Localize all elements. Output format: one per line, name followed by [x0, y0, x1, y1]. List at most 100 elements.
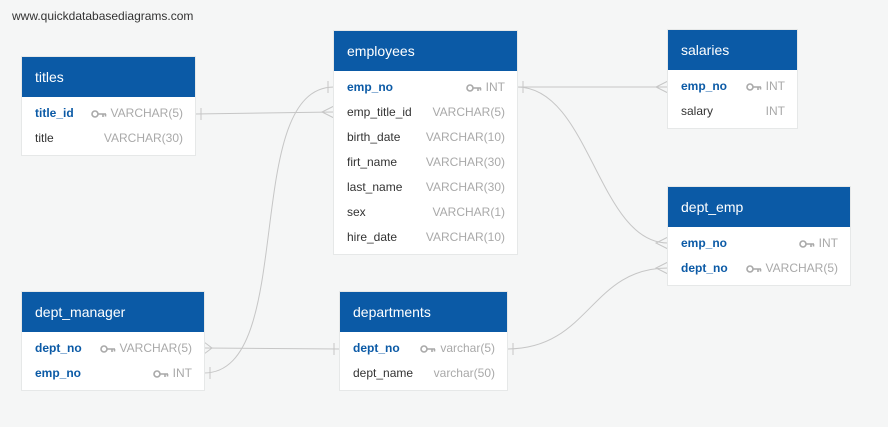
field-type: VARCHAR(30): [103, 131, 183, 145]
field-row[interactable]: title_id VARCHAR(5): [22, 101, 195, 126]
field-type-wrap: varchar(50): [434, 361, 495, 386]
table-header[interactable]: dept_emp: [668, 187, 850, 227]
field-row[interactable]: emp_no INT: [668, 231, 850, 256]
field-type: VARCHAR(30): [425, 180, 505, 194]
field-row[interactable]: emp_no INT: [334, 75, 517, 100]
key-icon: [99, 344, 115, 353]
field-list: dept_no varchar(5) dept_name varchar(50): [340, 332, 507, 390]
field-row[interactable]: title VARCHAR(30): [22, 126, 195, 151]
field-name: emp_no: [347, 80, 394, 94]
key-icon: [90, 109, 106, 118]
field-type-wrap: VARCHAR(10): [426, 225, 505, 250]
table-header[interactable]: departments: [340, 292, 507, 332]
field-name: sex: [347, 205, 366, 219]
field-type-wrap: VARCHAR(5): [99, 336, 192, 361]
field-type: VARCHAR(5): [119, 341, 192, 355]
field-type: VARCHAR(5): [110, 106, 183, 120]
field-row[interactable]: emp_no INT: [22, 361, 204, 386]
field-type: VARCHAR(10): [425, 230, 505, 244]
field-row[interactable]: dept_no VARCHAR(5): [668, 256, 850, 281]
table-header[interactable]: employees: [334, 31, 517, 71]
key-icon: [420, 344, 436, 353]
field-list: title_id VARCHAR(5) title VARCHAR(30): [22, 97, 195, 155]
key-icon: [745, 82, 761, 91]
field-type: VARCHAR(30): [425, 155, 505, 169]
field-name: emp_no: [681, 236, 728, 250]
field-type: INT: [818, 236, 838, 250]
field-type: varchar(5): [440, 341, 495, 355]
field-type: VARCHAR(5): [432, 105, 505, 119]
field-row[interactable]: dept_no VARCHAR(5): [22, 336, 204, 361]
field-name: emp_no: [681, 79, 728, 93]
field-type-wrap: VARCHAR(10): [426, 125, 505, 150]
field-row[interactable]: last_name VARCHAR(30): [334, 175, 517, 200]
field-type: INT: [172, 366, 192, 380]
field-type-wrap: VARCHAR(5): [745, 256, 838, 281]
field-list: emp_no INT emp_title_id VARCHAR(5) birth_dat…: [334, 71, 517, 254]
key-icon: [152, 369, 168, 378]
field-row[interactable]: firt_name VARCHAR(30): [334, 150, 517, 175]
field-type: varchar(50): [433, 366, 495, 380]
link-departments-dept-emp: [506, 267, 669, 350]
field-row[interactable]: emp_title_id VARCHAR(5): [334, 100, 517, 125]
field-type-wrap: VARCHAR(30): [104, 126, 183, 151]
table-dept-manager[interactable]: dept_manager dept_no VARCHAR(5) emp_no INT: [22, 292, 204, 390]
table-salaries[interactable]: salaries emp_no INT salary INT: [668, 30, 797, 128]
field-type-wrap: VARCHAR(5): [433, 100, 505, 125]
table-header[interactable]: dept_manager: [22, 292, 204, 332]
field-type-wrap: VARCHAR(30): [426, 150, 505, 175]
field-type: INT: [485, 80, 505, 94]
field-name: dept_no: [353, 341, 400, 355]
field-type: VARCHAR(5): [765, 261, 838, 275]
field-name: salary: [681, 104, 714, 118]
field-row[interactable]: dept_no varchar(5): [340, 336, 507, 361]
table-departments[interactable]: departments dept_no varchar(5) dept_name var…: [340, 292, 507, 390]
table-employees[interactable]: employees emp_no INT emp_title_id VARCHAR(5)…: [334, 31, 517, 254]
field-row[interactable]: birth_date VARCHAR(10): [334, 125, 517, 150]
field-type-wrap: INT: [465, 75, 505, 100]
field-name: hire_date: [347, 230, 398, 244]
field-row[interactable]: emp_no INT: [668, 74, 797, 99]
field-list: dept_no VARCHAR(5) emp_no INT: [22, 332, 204, 390]
field-type-wrap: varchar(5): [420, 336, 495, 361]
field-name: emp_title_id: [347, 105, 412, 119]
link-dept-manager-employees: [203, 86, 335, 374]
field-name: dept_name: [353, 366, 414, 380]
field-row[interactable]: dept_name varchar(50): [340, 361, 507, 386]
field-type-wrap: VARCHAR(5): [90, 101, 183, 126]
field-type-wrap: VARCHAR(1): [433, 200, 505, 225]
field-row[interactable]: sex VARCHAR(1): [334, 200, 517, 225]
field-list: emp_no INT salary INT: [668, 70, 797, 128]
field-name: dept_no: [681, 261, 728, 275]
link-employees-dept-emp: [516, 86, 669, 244]
field-name: birth_date: [347, 130, 401, 144]
key-icon: [798, 239, 814, 248]
field-type: INT: [765, 104, 785, 118]
field-name: emp_no: [35, 366, 82, 380]
field-type: VARCHAR(1): [432, 205, 505, 219]
link-dept-manager-departments: [203, 347, 341, 350]
field-row[interactable]: salary INT: [668, 99, 797, 124]
field-type-wrap: INT: [766, 99, 785, 124]
field-name: dept_no: [35, 341, 82, 355]
field-type-wrap: VARCHAR(30): [426, 175, 505, 200]
key-icon: [465, 83, 481, 92]
field-name: title_id: [35, 106, 74, 120]
table-header[interactable]: salaries: [668, 30, 797, 70]
table-header[interactable]: titles: [22, 57, 195, 97]
field-type-wrap: INT: [152, 361, 192, 386]
field-type: INT: [765, 79, 785, 93]
field-type-wrap: INT: [745, 74, 785, 99]
field-type-wrap: INT: [798, 231, 838, 256]
link-titles-employees: [194, 111, 335, 115]
watermark: www.quickdatabasediagrams.com: [12, 9, 194, 23]
field-name: last_name: [347, 180, 403, 194]
field-name: title: [35, 131, 54, 145]
field-type: VARCHAR(10): [425, 130, 505, 144]
table-dept-emp[interactable]: dept_emp emp_no INT dept_no VARCHAR(5): [668, 187, 850, 285]
field-name: firt_name: [347, 155, 398, 169]
table-titles[interactable]: titles title_id VARCHAR(5) title VARCHAR(30): [22, 57, 195, 155]
key-icon: [745, 264, 761, 273]
field-list: emp_no INT dept_no VARCHAR(5): [668, 227, 850, 285]
field-row[interactable]: hire_date VARCHAR(10): [334, 225, 517, 250]
